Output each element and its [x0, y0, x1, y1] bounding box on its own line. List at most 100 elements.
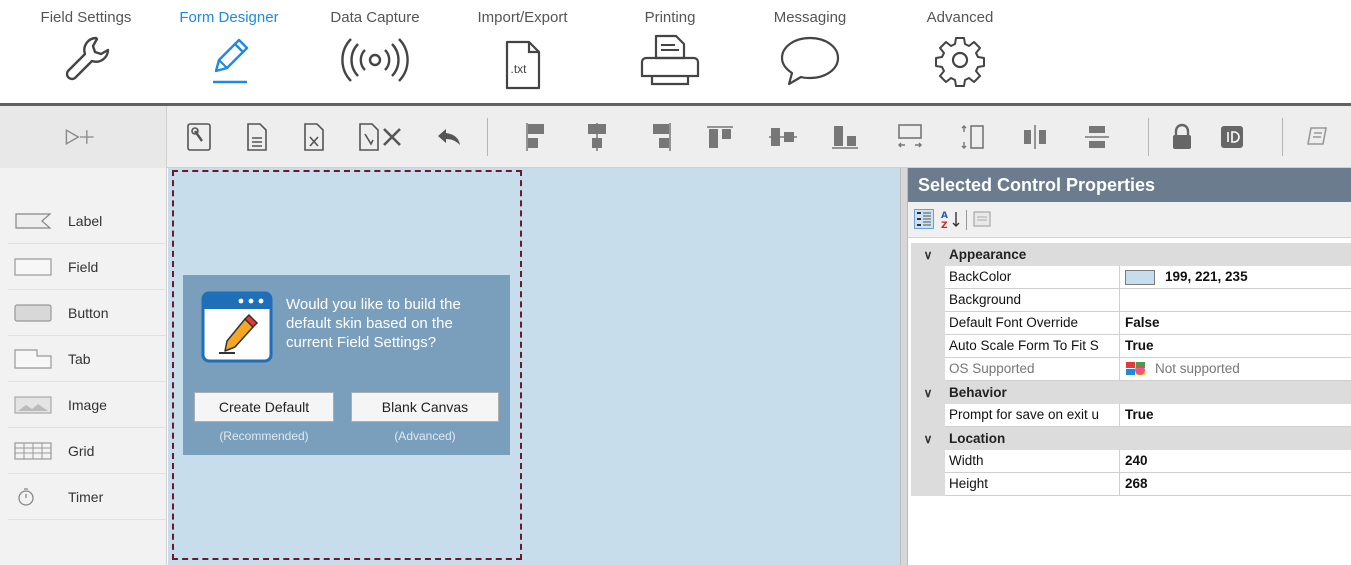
property-value[interactable]: Not supported — [1120, 358, 1351, 381]
property-row[interactable]: OS Supported Not supported — [911, 358, 1351, 381]
tab-data-capture-label: Data Capture — [330, 9, 420, 26]
property-row[interactable]: Width 240 — [911, 450, 1351, 473]
delete-page-button[interactable] — [297, 120, 331, 154]
script-button[interactable] — [1300, 120, 1334, 154]
property-name: Background — [945, 289, 1120, 312]
property-row[interactable]: Background — [911, 289, 1351, 312]
same-width-button[interactable] — [893, 120, 927, 154]
property-name: Width — [945, 450, 1120, 473]
align-right-button[interactable] — [643, 120, 677, 154]
align-left-button[interactable] — [520, 120, 554, 154]
form-design-icon — [201, 291, 273, 363]
space-vertical-button[interactable] — [1080, 120, 1114, 154]
tab-advanced[interactable]: Advanced — [910, 9, 1010, 88]
tab-form-designer[interactable]: Form Designer — [170, 9, 288, 88]
property-row[interactable]: BackColor 199, 221, 235 — [911, 266, 1351, 289]
tab-printing[interactable]: Printing — [620, 9, 720, 88]
property-value[interactable]: True — [1120, 335, 1351, 358]
delete-document-icon — [304, 123, 324, 151]
property-name: Default Font Override — [945, 312, 1120, 335]
category-location[interactable]: ∨ Location — [911, 427, 1351, 450]
delete-button[interactable] — [375, 120, 409, 154]
same-height-button[interactable] — [955, 120, 989, 154]
row-gutter — [911, 335, 945, 358]
align-top-button[interactable] — [703, 120, 737, 154]
speech-bubble-icon — [780, 36, 840, 86]
categorized-view-button[interactable] — [914, 209, 934, 229]
collapse-icon[interactable]: ∨ — [911, 427, 945, 450]
align-middle-icon — [769, 128, 797, 146]
property-value[interactable]: 240 — [1120, 450, 1351, 473]
svg-text:Z: Z — [941, 221, 948, 229]
alphabetical-view-button[interactable]: AZ — [940, 209, 962, 231]
toolbox-item-button[interactable]: Button — [8, 290, 167, 336]
toolbox-item-field[interactable]: Field — [8, 244, 167, 290]
txt-file-icon-label: .txt — [510, 62, 527, 76]
toolbox-item-timer[interactable]: Timer — [8, 474, 167, 520]
blank-canvas-button[interactable]: Blank Canvas — [351, 392, 499, 422]
tab-import-export[interactable]: Import/Export .txt — [460, 9, 585, 90]
property-row[interactable]: Auto Scale Form To Fit S True — [911, 335, 1351, 358]
property-name: BackColor — [945, 266, 1120, 289]
tab-order-button[interactable] — [1215, 120, 1249, 154]
toolbox-item-label[interactable]: Label — [8, 198, 167, 244]
ribbon: Field Settings Form Designer Data Captur… — [0, 0, 1351, 100]
pencil-edit-icon — [213, 38, 249, 84]
color-swatch — [1125, 269, 1155, 285]
panel-splitter[interactable] — [900, 168, 908, 565]
toolbox-item-name: Button — [68, 304, 109, 321]
default-skin-dialog: Would you like to build the default skin… — [183, 275, 510, 455]
wrench-doc-icon — [187, 123, 211, 151]
close-icon — [383, 128, 401, 146]
category-behavior[interactable]: ∨ Behavior — [911, 381, 1351, 404]
lock-icon — [1173, 123, 1191, 149]
property-row[interactable]: Prompt for save on exit u True — [911, 404, 1351, 427]
property-value[interactable] — [1120, 289, 1351, 312]
add-control-button[interactable] — [63, 120, 97, 154]
align-center-button[interactable] — [580, 120, 614, 154]
create-default-button[interactable]: Create Default — [194, 392, 334, 422]
toolbox-item-image[interactable]: Image — [8, 382, 167, 428]
row-gutter — [911, 473, 945, 496]
designer-toolbar — [0, 106, 1351, 168]
property-value[interactable]: 199, 221, 235 — [1120, 266, 1351, 289]
timer-control-icon — [14, 486, 56, 508]
sort-alpha-icon: AZ — [941, 211, 960, 231]
property-row[interactable]: Height 268 — [911, 473, 1351, 496]
collapse-icon[interactable]: ∨ — [911, 243, 945, 266]
tab-form-designer-label: Form Designer — [179, 9, 279, 26]
property-value[interactable]: True — [1120, 404, 1351, 427]
tab-data-capture[interactable]: Data Capture — [320, 9, 430, 88]
broadcast-icon — [341, 38, 409, 82]
property-pages-button[interactable] — [972, 210, 992, 228]
category-appearance[interactable]: ∨ Appearance — [911, 243, 1351, 266]
align-middle-button[interactable] — [766, 120, 800, 154]
tab-messaging[interactable]: Messaging — [760, 9, 860, 88]
property-row[interactable]: Default Font Override False — [911, 312, 1351, 335]
tab-advanced-label: Advanced — [926, 9, 994, 26]
toolbox-item-grid[interactable]: Grid — [8, 428, 167, 474]
gear-icon — [935, 37, 985, 87]
vertical-spacing-icon — [1085, 126, 1109, 148]
collapse-icon[interactable]: ∨ — [911, 381, 945, 404]
id-badge-icon — [1221, 126, 1243, 148]
align-center-icon — [588, 123, 606, 151]
label-control-icon — [14, 210, 56, 232]
property-value[interactable]: False — [1120, 312, 1351, 335]
control-toolbox: Label Field Button Tab Image Grid Timer — [0, 168, 167, 565]
properties-tool-button[interactable] — [182, 120, 216, 154]
pointer-add-icon — [65, 129, 94, 145]
align-bottom-button[interactable] — [828, 120, 862, 154]
printer-icon — [640, 34, 700, 86]
lock-button[interactable] — [1165, 120, 1199, 154]
tab-field-settings[interactable]: Field Settings — [30, 9, 142, 88]
undo-button[interactable] — [432, 120, 466, 154]
toolbox-item-tab[interactable]: Tab — [8, 336, 167, 382]
row-gutter — [911, 450, 945, 473]
new-page-button[interactable] — [240, 120, 274, 154]
category-name: Location — [949, 431, 1006, 446]
space-horizontal-button[interactable] — [1018, 120, 1052, 154]
property-value[interactable]: 268 — [1120, 473, 1351, 496]
blank-canvas-hint: (Advanced) — [394, 429, 456, 443]
windows-logo-icon — [1126, 362, 1145, 375]
